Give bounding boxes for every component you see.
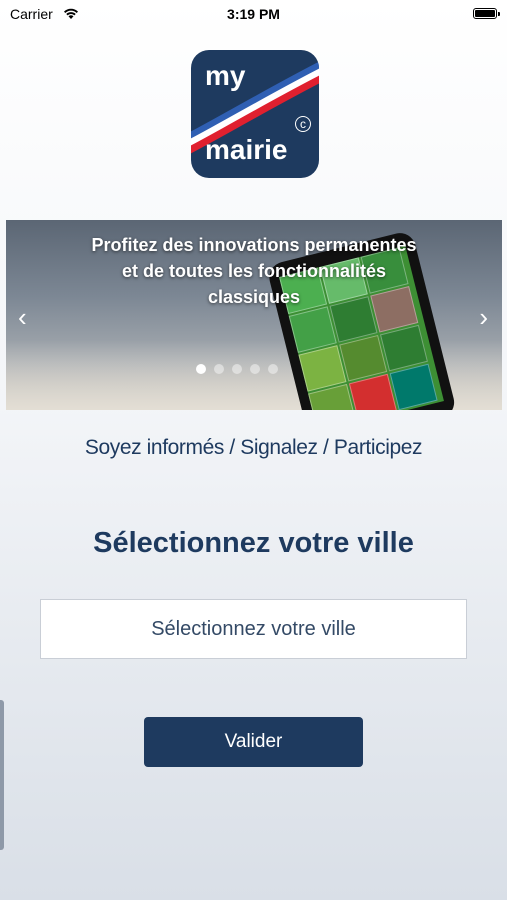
carousel-dot[interactable] [268,364,278,374]
side-edge-handle [0,700,4,850]
clock: 3:19 PM [227,6,280,22]
carousel-dot[interactable] [232,364,242,374]
validate-button[interactable]: Valider [144,717,363,767]
chevron-left-icon[interactable]: ‹ [18,304,27,330]
carousel-caption: Profitez des innovations permanentes et … [6,232,502,310]
app-logo: my mairie c [191,50,319,178]
city-select-field[interactable]: Sélectionnez votre ville [40,599,467,659]
tagline: Soyez informés / Signalez / Participez [84,436,423,459]
status-bar: Carrier 3:19 PM [0,0,507,30]
logo-text-mairie: mairie [205,134,288,165]
battery-icon [473,8,500,19]
caption-line-1: Profitez des innovations permanentes [91,235,417,255]
carousel-dot[interactable] [214,364,224,374]
caption-line-3: classiques [207,287,301,307]
carousel-dot[interactable] [250,364,260,374]
caption-line-2: et de toutes les fonctionnalités [121,261,387,281]
page-title: Sélectionnez votre ville [93,527,414,559]
logo-text-my: my [205,60,246,91]
carousel-dot[interactable] [196,364,206,374]
copyright-icon: c [295,116,311,132]
promo-carousel[interactable]: Profitez des innovations permanentes et … [6,220,502,410]
chevron-right-icon[interactable]: › [479,304,488,330]
